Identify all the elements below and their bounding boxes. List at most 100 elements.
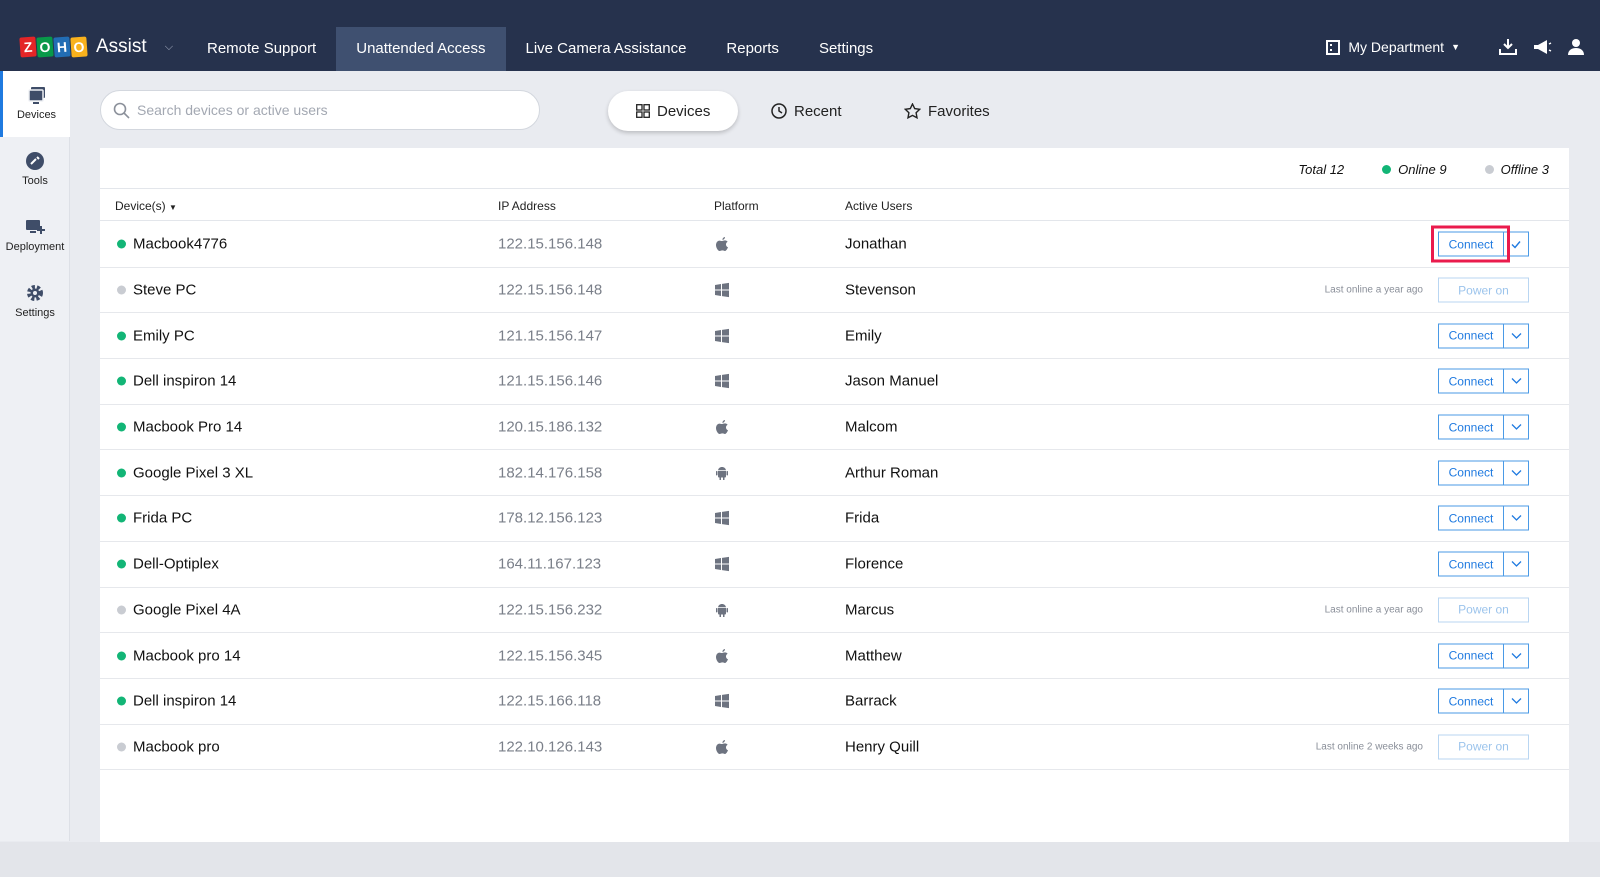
active-user: Florence	[845, 555, 904, 573]
table-row[interactable]: Google Pixel 4A 122.15.156.232 Marcus Last …	[100, 588, 1569, 634]
active-user: Marcus	[845, 601, 895, 619]
chevron-down-icon	[1511, 469, 1521, 476]
download-icon[interactable]	[1498, 38, 1518, 56]
ip-address: 122.15.156.148	[498, 281, 603, 299]
tab-recent[interactable]: Recent	[771, 91, 842, 131]
tab-label: Recent	[794, 102, 842, 120]
device-name[interactable]: Macbook pro	[133, 738, 220, 755]
table-row[interactable]: Steve PC 122.15.156.148 Stevenson Last onli…	[100, 268, 1569, 314]
devices-icon	[27, 87, 45, 104]
connect-options-button[interactable]	[1504, 323, 1529, 349]
offline-dot	[1484, 165, 1494, 174]
offline-count-wrap: Offline 3	[1484, 162, 1549, 177]
power-on-button[interactable]: Power on	[1438, 597, 1529, 623]
table-row[interactable]: Macbook pro 14 122.15.156.345 Matthew Conne…	[100, 633, 1569, 679]
table-row[interactable]: Dell inspiron 14 121.15.156.146 Jason Manu…	[100, 359, 1569, 405]
ip-address: 182.14.176.158	[498, 464, 603, 482]
connect-button[interactable]: Connect	[1438, 643, 1504, 669]
active-user: Barrack	[845, 692, 897, 710]
connect-button[interactable]: Connect	[1438, 688, 1504, 714]
sidebar-item-tools[interactable]: Tools	[0, 137, 70, 203]
online-count: Online 9	[1398, 162, 1447, 177]
device-name[interactable]: Google Pixel 3 XL	[133, 464, 253, 481]
active-user: Jonathan	[845, 235, 907, 253]
device-name[interactable]: Macbook pro 14	[133, 647, 241, 664]
connect-button[interactable]: Connect	[1438, 460, 1504, 486]
device-name[interactable]: Macbook Pro 14	[133, 419, 242, 436]
table-row[interactable]: Dell-Optiplex 164.11.167.123 Florence Conne…	[100, 542, 1569, 588]
connect-button[interactable]: Connect	[1438, 323, 1504, 349]
power-button-group: Power on	[1438, 597, 1529, 623]
device-name[interactable]: Emily PC	[133, 327, 195, 344]
user-profile-icon[interactable]	[1566, 38, 1586, 56]
logo-letter: H	[53, 36, 71, 58]
tab-devices[interactable]: Devices	[608, 91, 739, 131]
nav-tab-live-camera-assistance[interactable]: Live Camera Assistance	[506, 27, 707, 71]
online-status-dot	[117, 513, 126, 523]
connect-button[interactable]: Connect	[1438, 414, 1504, 440]
device-name[interactable]: Frida PC	[133, 510, 192, 527]
device-name[interactable]: Dell inspiron 14	[133, 693, 236, 710]
table-row[interactable]: Macbook pro 122.10.126.143 Henry Quill Last…	[100, 725, 1569, 771]
ip-address: 122.10.126.143	[498, 738, 603, 756]
sidebar-item-deployment[interactable]: Deployment	[0, 203, 70, 269]
caret-down-icon[interactable]: ▼	[1451, 42, 1460, 52]
active-user: Stevenson	[845, 281, 916, 299]
chevron-down-icon[interactable]: ⌵	[165, 41, 173, 54]
connect-button[interactable]: Connect	[1438, 368, 1504, 394]
department-selector[interactable]: My Department	[1348, 39, 1444, 55]
product-name: Assist	[96, 36, 147, 57]
active-user: Jason Manuel	[845, 372, 939, 390]
nav-tab-reports[interactable]: Reports	[706, 27, 799, 71]
ip-address: 122.15.166.118	[498, 692, 602, 710]
tab-label: Favorites	[928, 102, 990, 120]
table-row[interactable]: Google Pixel 3 XL 182.14.176.158 Arthur Ro…	[100, 450, 1569, 497]
device-name[interactable]: Dell inspiron 14	[133, 373, 236, 390]
connect-options-button[interactable]	[1504, 505, 1529, 531]
active-user: Matthew	[845, 647, 902, 665]
connect-options-button[interactable]	[1504, 643, 1529, 669]
windows-icon	[714, 510, 730, 526]
device-name[interactable]: Steve PC	[133, 282, 196, 299]
connect-options-button[interactable]	[1504, 414, 1529, 440]
connect-button-group: Connect	[1438, 323, 1529, 349]
nav-tab-remote-support[interactable]: Remote Support	[187, 27, 336, 71]
app-logo[interactable]: ZOHO Assist ⌵	[19, 36, 173, 58]
device-name[interactable]: Google Pixel 4A	[133, 601, 241, 618]
power-on-button[interactable]: Power on	[1438, 734, 1529, 760]
nav-tab-settings[interactable]: Settings	[799, 27, 893, 71]
connect-options-button[interactable]	[1504, 368, 1529, 394]
connect-button[interactable]: Connect	[1438, 551, 1504, 577]
megaphone-icon[interactable]	[1532, 38, 1552, 56]
search-box	[100, 90, 540, 130]
left-sidebar: Devices Tools Deployment Settings	[0, 71, 70, 841]
sidebar-item-label: Devices	[16, 109, 57, 121]
nav-tab-unattended-access[interactable]: Unattended Access	[336, 27, 506, 71]
search-input[interactable]	[137, 99, 517, 121]
connect-button-group: Connect	[1438, 688, 1529, 714]
active-user: Emily	[845, 327, 882, 345]
device-totals: Total 12 Online 9 Offline 3	[1260, 162, 1549, 177]
device-cell: Steve PC	[117, 282, 196, 299]
sidebar-item-devices[interactable]: Devices	[0, 71, 70, 137]
connect-button[interactable]: Connect	[1438, 505, 1504, 531]
connect-options-button[interactable]	[1504, 460, 1529, 486]
connect-options-button[interactable]	[1504, 551, 1529, 577]
table-row[interactable]: Dell inspiron 14 122.15.166.118 Barrack Con…	[100, 679, 1569, 725]
tab-favorites[interactable]: Favorites	[904, 91, 990, 131]
online-status-dot	[117, 376, 126, 386]
sidebar-item-settings[interactable]: Settings	[0, 269, 70, 335]
column-header-device[interactable]: Device(s) ▼	[115, 199, 177, 213]
connect-button-group: Connect	[1438, 505, 1529, 531]
devices-panel: Total 12 Online 9 Offline 3 Device(s) ▼ …	[100, 148, 1569, 842]
table-row[interactable]: Frida PC 178.12.156.123 Frida Connect	[100, 496, 1569, 542]
device-name[interactable]: Dell-Optiplex	[133, 556, 219, 573]
table-row[interactable]: Macbook4776 122.15.156.148 Jonathan Connect	[100, 222, 1569, 268]
connect-options-button[interactable]	[1504, 688, 1529, 714]
power-on-button[interactable]: Power on	[1438, 277, 1529, 303]
check-icon	[1511, 240, 1521, 249]
table-row[interactable]: Macbook Pro 14 120.15.186.132 Malcom Connec…	[100, 405, 1569, 451]
mac-icon	[714, 419, 730, 435]
table-row[interactable]: Emily PC 121.15.156.147 Emily Connect	[100, 313, 1569, 360]
device-name[interactable]: Macbook4776	[133, 236, 227, 253]
